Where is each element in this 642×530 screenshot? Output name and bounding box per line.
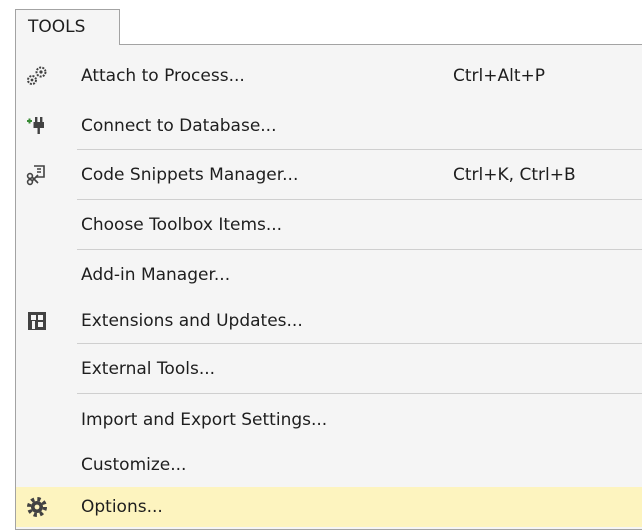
extensions-icon	[26, 310, 48, 332]
menu-separator	[77, 249, 642, 250]
menu-item-label: External Tools...	[81, 359, 216, 379]
code-snippets-icon	[26, 164, 48, 186]
menu-item-attach-to-process[interactable]: Attach to Process... Ctrl+Alt+P	[16, 56, 642, 96]
menu-item-shortcut: Ctrl+Alt+P	[453, 66, 546, 86]
menu-item-label: Import and Export Settings...	[81, 410, 328, 430]
menu-item-extensions-and-updates[interactable]: Extensions and Updates...	[16, 301, 642, 341]
menu-item-import-export-settings[interactable]: Import and Export Settings...	[16, 400, 642, 440]
menu-separator	[77, 393, 642, 394]
menu-item-add-in-manager[interactable]: Add-in Manager...	[16, 255, 642, 295]
menu-item-connect-to-database[interactable]: Connect to Database...	[16, 106, 642, 146]
attach-process-icon	[26, 65, 48, 87]
menu-item-label: Attach to Process...	[81, 66, 245, 86]
menu-item-external-tools[interactable]: External Tools...	[16, 349, 642, 389]
menu-item-label: Extensions and Updates...	[81, 311, 303, 331]
tools-menu-tab[interactable]: TOOLS	[15, 9, 120, 45]
menu-item-choose-toolbox-items[interactable]: Choose Toolbox Items...	[16, 205, 642, 245]
menu-item-label: Add-in Manager...	[81, 265, 231, 285]
tools-menu-title: TOOLS	[28, 17, 86, 37]
menu-item-label: Options...	[81, 497, 163, 517]
menu-item-label: Customize...	[81, 455, 187, 475]
gear-icon	[26, 496, 48, 518]
menu-item-customize[interactable]: Customize...	[16, 445, 642, 485]
menu-item-label: Connect to Database...	[81, 116, 277, 136]
menu-item-label: Choose Toolbox Items...	[81, 215, 283, 235]
menu-separator	[77, 149, 642, 150]
menu-item-options[interactable]: Options...	[16, 487, 642, 527]
menu-item-shortcut: Ctrl+K, Ctrl+B	[453, 165, 576, 185]
menu-separator	[77, 199, 642, 200]
connect-database-icon	[26, 115, 48, 137]
tools-dropdown-menu: Attach to Process... Ctrl+Alt+P Connect …	[15, 44, 642, 530]
menu-item-label: Code Snippets Manager...	[81, 165, 299, 185]
menu-item-code-snippets-manager[interactable]: Code Snippets Manager... Ctrl+K, Ctrl+B	[16, 155, 642, 195]
menu-separator	[77, 343, 642, 344]
